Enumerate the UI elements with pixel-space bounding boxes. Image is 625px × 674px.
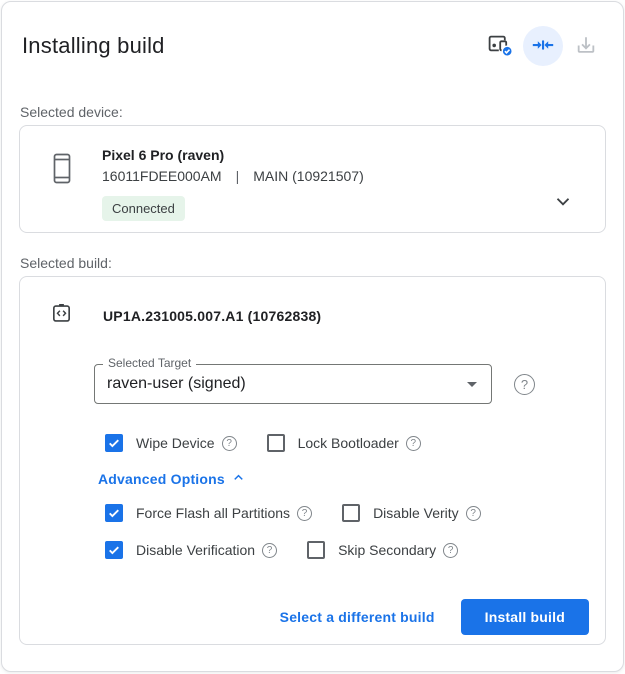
selected-target-floating-label: Selected Target — [103, 356, 196, 370]
page-title: Installing build — [22, 33, 165, 59]
download-button[interactable] — [566, 26, 606, 66]
disable-verification-label: Disable Verification — [136, 542, 255, 558]
lock-bootloader-label: Lock Bootloader — [298, 435, 399, 451]
build-form: Selected Target raven-user (signed) ? Wi… — [94, 364, 589, 559]
wipe-device-label: Wipe Device — [136, 435, 215, 451]
target-help-icon[interactable]: ? — [514, 374, 535, 395]
device-branch: MAIN (10921507) — [253, 168, 364, 184]
flash-button[interactable] — [523, 26, 563, 66]
build-code-icon — [50, 301, 73, 330]
disable-verification-checkbox[interactable] — [105, 541, 123, 559]
force-flash-option[interactable]: Force Flash all Partitions ? — [105, 504, 312, 522]
force-flash-help-icon[interactable]: ? — [297, 506, 312, 521]
device-info: Pixel 6 Pro (raven) 16011FDEE000AM | MAI… — [102, 147, 364, 221]
disable-verity-label: Disable Verity — [373, 505, 459, 521]
skip-secondary-checkbox[interactable] — [307, 541, 325, 559]
disable-verity-checkbox[interactable] — [342, 504, 360, 522]
lock-bootloader-checkbox[interactable] — [267, 434, 285, 452]
selected-target-value: raven-user (signed) — [107, 375, 246, 393]
disable-verification-help-icon[interactable]: ? — [262, 543, 277, 558]
header-icon-group — [480, 26, 606, 66]
select-different-build-button[interactable]: Select a different build — [280, 609, 435, 625]
target-field-row: Selected Target raven-user (signed) ? — [94, 364, 589, 404]
skip-secondary-label: Skip Secondary — [338, 542, 436, 558]
smartphone-icon — [50, 152, 74, 191]
installing-build-panel: Installing build — [1, 1, 624, 672]
lock-bootloader-option[interactable]: Lock Bootloader ? — [267, 434, 421, 452]
advanced-options-label: Advanced Options — [98, 471, 225, 487]
advanced-options-toggle[interactable]: Advanced Options — [98, 470, 246, 488]
wipe-device-option[interactable]: Wipe Device ? — [105, 434, 237, 452]
force-flash-checkbox[interactable] — [105, 504, 123, 522]
lock-bootloader-help-icon[interactable]: ? — [406, 436, 421, 451]
device-card: Pixel 6 Pro (raven) 16011FDEE000AM | MAI… — [19, 125, 606, 233]
advanced-options-row-2: Disable Verification ? Skip Secondary ? — [94, 541, 589, 559]
device-name: Pixel 6 Pro (raven) — [102, 147, 364, 163]
disable-verity-help-icon[interactable]: ? — [466, 506, 481, 521]
footer-actions: Select a different build Install build — [50, 599, 589, 635]
build-card: UP1A.231005.007.A1 (10762838) Selected T… — [19, 276, 606, 645]
selected-build-label: Selected build: — [19, 255, 606, 271]
selected-target-select[interactable]: Selected Target raven-user (signed) — [94, 364, 492, 404]
device-connected-button[interactable] — [480, 26, 520, 66]
chevron-down-icon[interactable] — [551, 189, 575, 218]
status-badge: Connected — [102, 196, 185, 221]
basic-options-row: Wipe Device ? Lock Bootloader ? — [94, 434, 589, 452]
serial-divider: | — [236, 168, 240, 184]
device-serial: 16011FDEE000AM — [102, 168, 222, 184]
device-connected-icon — [487, 32, 514, 60]
build-head: UP1A.231005.007.A1 (10762838) — [50, 301, 589, 330]
advanced-options-row-1: Force Flash all Partitions ? Disable Ver… — [94, 504, 589, 522]
chevron-up-icon — [231, 470, 246, 488]
disable-verification-option[interactable]: Disable Verification ? — [105, 541, 277, 559]
skip-secondary-help-icon[interactable]: ? — [443, 543, 458, 558]
dropdown-caret-icon — [467, 382, 477, 387]
build-name: UP1A.231005.007.A1 (10762838) — [103, 308, 321, 324]
install-build-button[interactable]: Install build — [461, 599, 589, 635]
header: Installing build — [19, 26, 606, 66]
selected-device-label: Selected device: — [19, 104, 606, 120]
skip-secondary-option[interactable]: Skip Secondary ? — [307, 541, 458, 559]
device-serial-row: 16011FDEE000AM | MAIN (10921507) — [102, 168, 364, 184]
download-icon — [575, 34, 597, 59]
wipe-device-checkbox[interactable] — [105, 434, 123, 452]
force-flash-label: Force Flash all Partitions — [136, 505, 290, 521]
flash-icon — [531, 33, 555, 60]
disable-verity-option[interactable]: Disable Verity ? — [342, 504, 481, 522]
wipe-device-help-icon[interactable]: ? — [222, 436, 237, 451]
